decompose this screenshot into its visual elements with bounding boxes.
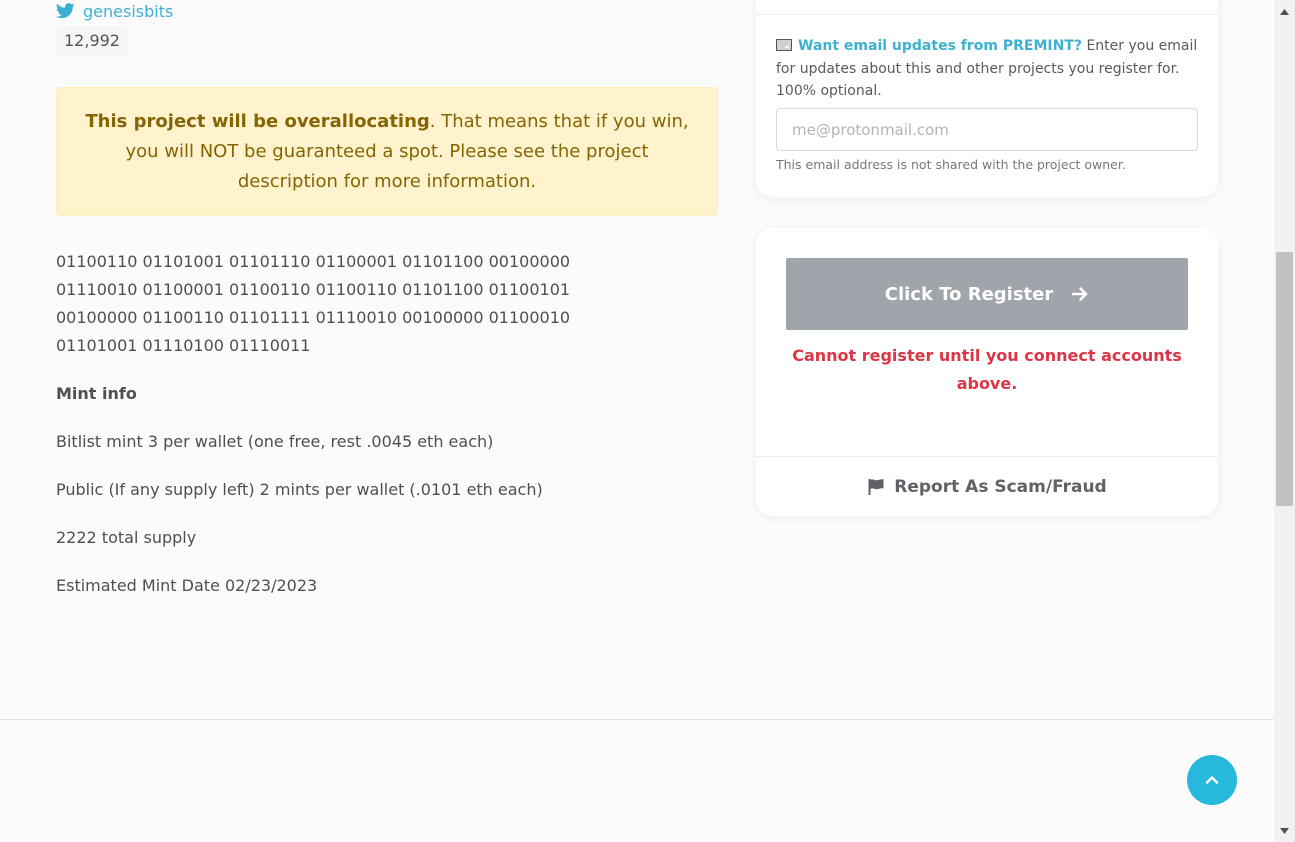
follower-count: 12,992 bbox=[56, 26, 128, 56]
register-button-label: Click To Register bbox=[884, 283, 1054, 305]
email-input[interactable] bbox=[776, 108, 1198, 151]
twitter-icon bbox=[56, 3, 75, 19]
register-button[interactable]: Click To Register bbox=[786, 258, 1188, 330]
card-divider bbox=[756, 14, 1218, 15]
triangle-up-icon bbox=[1280, 8, 1289, 15]
vertical-scrollbar[interactable] bbox=[1274, 0, 1295, 842]
mint-info-title: Mint info bbox=[56, 384, 137, 403]
twitter-handle[interactable]: genesisbits bbox=[83, 2, 173, 21]
flag-icon bbox=[868, 479, 884, 495]
email-updates-card: Want email updates from PREMINT? Enter y… bbox=[756, 0, 1218, 197]
email-privacy-note: This email address is not shared with th… bbox=[776, 157, 1126, 172]
project-description: 01100110 01101001 01101110 01100001 0110… bbox=[56, 248, 636, 620]
back-to-top-button[interactable] bbox=[1187, 755, 1237, 805]
report-scam-label: Report As Scam/Fraud bbox=[894, 477, 1107, 497]
card-divider bbox=[756, 456, 1218, 457]
scrollbar-thumb[interactable] bbox=[1276, 252, 1293, 506]
email-updates-cta: Want email updates from PREMINT? bbox=[798, 38, 1082, 54]
scroll-up-arrow[interactable] bbox=[1274, 3, 1295, 20]
arrow-right-icon bbox=[1071, 287, 1088, 301]
chevron-up-icon bbox=[1205, 776, 1219, 784]
scroll-down-arrow[interactable] bbox=[1274, 822, 1295, 839]
alert-bold-text: This project will be overallocating bbox=[85, 111, 430, 132]
footer-divider bbox=[0, 719, 1274, 720]
register-error-message: Cannot register until you connect accoun… bbox=[792, 346, 1182, 393]
twitter-link[interactable]: genesisbits bbox=[56, 0, 173, 22]
envelope-icon bbox=[776, 39, 792, 51]
overallocation-alert: This project will be overallocating. Tha… bbox=[56, 87, 718, 216]
mint-info-line: Public (If any supply left) 2 mints per … bbox=[56, 480, 543, 499]
triangle-down-icon bbox=[1280, 827, 1289, 834]
report-scam-link[interactable]: Report As Scam/Fraud bbox=[756, 473, 1218, 501]
mint-info-line: 2222 total supply bbox=[56, 528, 197, 547]
mint-info-line: Bitlist mint 3 per wallet (one free, res… bbox=[56, 432, 494, 451]
register-card: Click To Register Cannot register until … bbox=[756, 228, 1218, 516]
binary-text: 01100110 01101001 01101110 01100001 0110… bbox=[56, 252, 571, 355]
mint-info-line: Estimated Mint Date 02/23/2023 bbox=[56, 576, 318, 595]
email-updates-text: Want email updates from PREMINT? Enter y… bbox=[776, 35, 1206, 103]
